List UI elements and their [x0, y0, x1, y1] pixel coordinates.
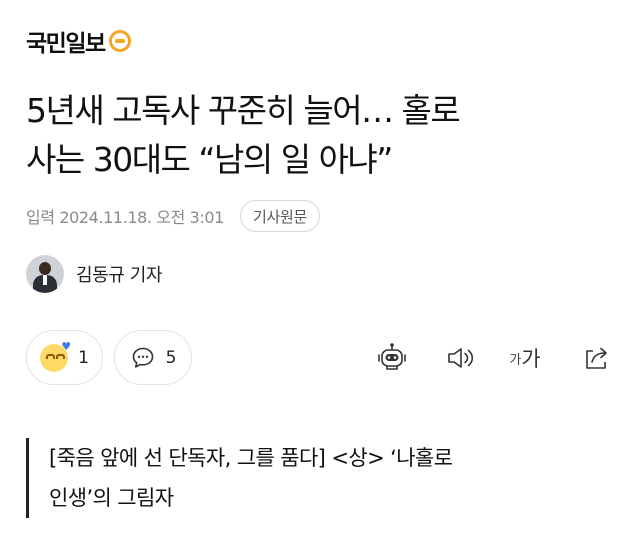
comment-count: 5	[165, 347, 177, 368]
headline-line-1: 5년새 고독사 꾸준히 늘어… 홀로	[26, 91, 461, 130]
share-icon	[586, 347, 607, 369]
original-article-button[interactable]: 기사원문	[239, 200, 320, 232]
article-subheading: [죽음 앞에 선 단독자, 그를 품다] <상> ‘나홀로 인생’의 그림자	[26, 438, 616, 518]
subheading-line-1: [죽음 앞에 선 단독자, 그를 품다] <상> ‘나홀로	[49, 446, 453, 470]
font-size-large-label: 가	[521, 347, 541, 371]
listen-button[interactable]	[440, 338, 480, 378]
brand-name: 국민일보	[26, 31, 106, 57]
share-button[interactable]	[576, 338, 616, 378]
robot-icon	[378, 343, 406, 370]
reporter-info[interactable]: 김동규 기자	[26, 255, 163, 293]
comment-button[interactable]: 5	[114, 330, 192, 385]
font-size-small-label: 가	[509, 352, 522, 368]
brand-logo[interactable]: 국민일보	[26, 24, 131, 58]
reporter-avatar	[26, 255, 64, 293]
headline-line-2: 사는 30대도 “남의 일 아냐”	[26, 140, 393, 179]
reaction-count: 1	[78, 347, 89, 368]
smile-emoji-icon: ♥	[40, 341, 71, 372]
brand-mark-icon	[108, 30, 131, 52]
reporter-name: 김동규 기자	[76, 265, 163, 286]
article-meta: 입력 2024.11.18. 오전 3:01 기사원문	[26, 200, 320, 232]
reaction-button[interactable]: ♥ 1	[26, 330, 103, 385]
font-size-button[interactable]: 가 가	[500, 338, 550, 378]
article-headline: 5년새 고독사 꾸준히 늘어… 홀로 사는 30대도 “남의 일 아냐”	[26, 86, 616, 184]
speaker-icon	[448, 348, 474, 368]
subheading-line-2: 인생’의 그림자	[49, 486, 174, 510]
comment-icon	[132, 347, 153, 368]
publish-date: 입력 2024.11.18. 오전 3:01	[26, 208, 224, 227]
ai-summary-button[interactable]	[372, 338, 412, 378]
